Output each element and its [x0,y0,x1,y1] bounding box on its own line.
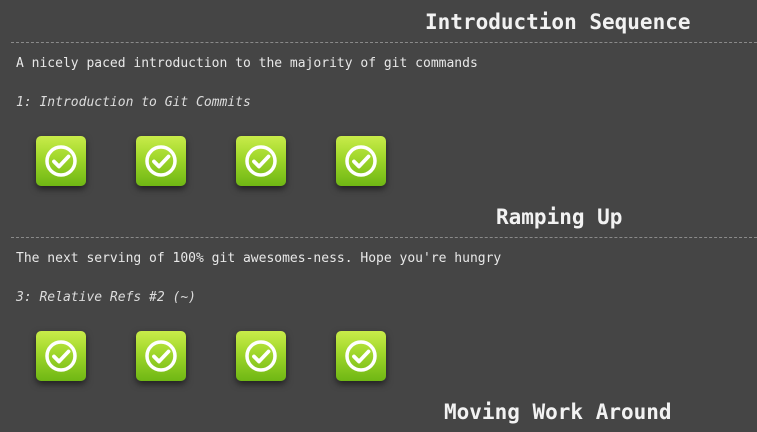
level-button-1[interactable] [36,331,86,381]
level-button-2[interactable] [136,136,186,186]
divider [11,237,757,238]
sequence-title: Ramping Up [496,205,623,229]
checkmark-icon [245,340,277,372]
checkmark-icon [145,340,177,372]
checkmark-icon [345,145,377,177]
level-name: 3: Relative Refs #2 (~) [16,290,197,305]
sequence-title: Moving Work Around [444,400,672,424]
checkmark-icon [245,145,277,177]
level-icons-row [36,331,386,381]
level-name: 1: Introduction to Git Commits [16,95,251,110]
level-icons-row [36,136,386,186]
checkmark-icon [345,340,377,372]
level-button-4[interactable] [336,136,386,186]
checkmark-icon [45,145,77,177]
level-button-4[interactable] [336,331,386,381]
level-button-3[interactable] [236,331,286,381]
checkmark-icon [45,340,77,372]
sequence-title: Introduction Sequence [425,10,691,34]
level-button-2[interactable] [136,331,186,381]
checkmark-icon [145,145,177,177]
level-button-1[interactable] [36,136,86,186]
divider [11,42,757,43]
sequence-description: The next serving of 100% git awesomes-ne… [16,251,502,266]
sequence-description: A nicely paced introduction to the major… [16,56,478,71]
level-button-3[interactable] [236,136,286,186]
